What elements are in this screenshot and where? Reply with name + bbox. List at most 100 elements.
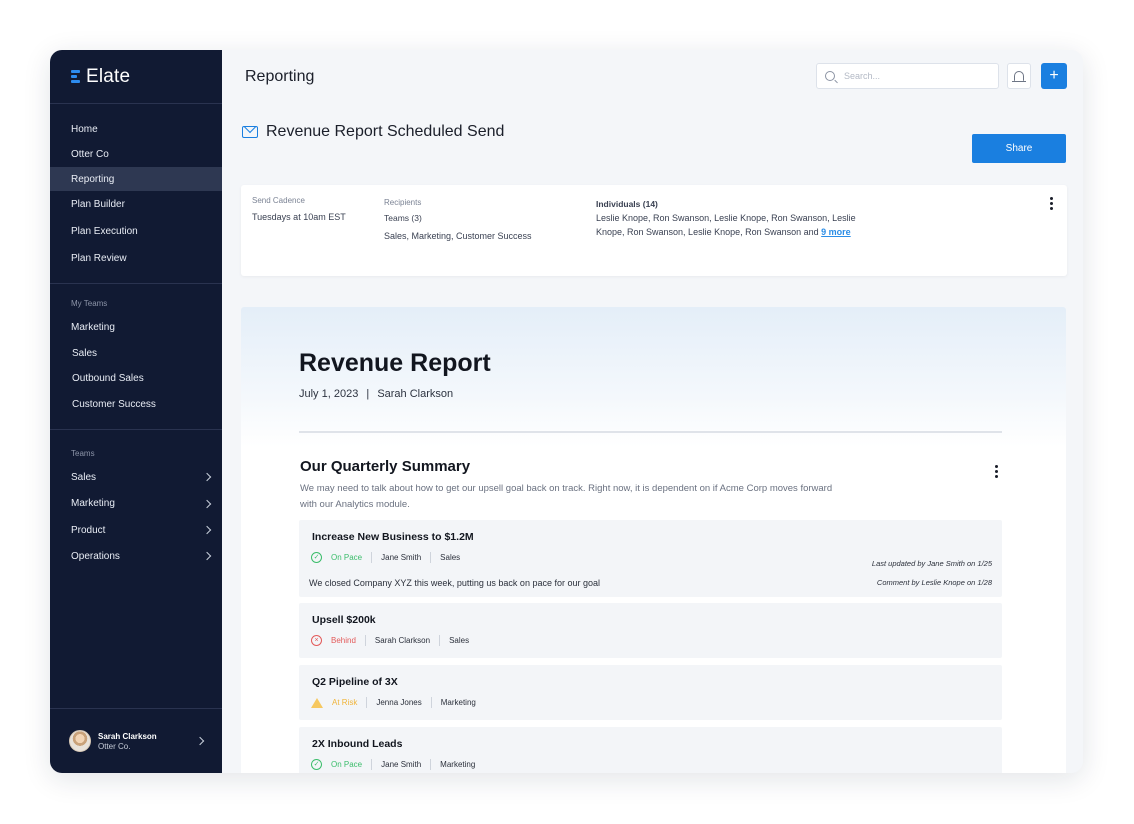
report-title: Revenue Report xyxy=(299,349,491,377)
sidebar-item-sales[interactable]: Sales xyxy=(50,341,222,365)
kebab-icon[interactable] xyxy=(995,465,998,480)
app-window: Elate Home Otter Co Reporting Plan Build… xyxy=(50,50,1083,773)
sidebar-item-teams-operations[interactable]: Operations xyxy=(50,543,222,569)
elate-logo-icon xyxy=(71,70,80,83)
goal-card[interactable]: 2X Inbound Leads ✓ On Pace Jane Smith Ma… xyxy=(299,727,1002,773)
check-circle-icon: ✓ xyxy=(311,552,322,563)
goal-meta: ✓ On Pace Jane Smith Sales xyxy=(311,552,460,563)
individuals-list-continued: Knope, Ron Swanson, Leslie Knope, Ron Sw… xyxy=(596,225,856,239)
main-area: Reporting Search... + Revenue Report Sch… xyxy=(222,50,1083,773)
goal-title: Upsell $200k xyxy=(312,614,376,626)
recipients-label: Recipients xyxy=(384,198,422,207)
goal-owner: Jenna Jones xyxy=(376,698,422,707)
sidebar-item-customer-success[interactable]: Customer Success xyxy=(50,392,222,417)
goal-last-updated: Last updated by Jane Smith on 1/25 xyxy=(871,559,992,568)
teams-heading: Teams xyxy=(71,448,95,458)
report-author: Sarah Clarkson xyxy=(377,388,454,400)
sidebar-item-plan-builder[interactable]: Plan Builder xyxy=(50,191,222,218)
individuals-list-tail: Knope, Ron Swanson, Leslie Knope, Ron Sw… xyxy=(596,227,819,237)
more-recipients-link[interactable]: 9 more xyxy=(821,227,851,237)
goal-meta: × Behind Sarah Clarkson Sales xyxy=(311,635,469,646)
check-circle-icon: ✓ xyxy=(311,759,322,770)
my-teams-heading: My Teams xyxy=(71,298,108,308)
divider xyxy=(439,635,441,646)
goal-team: Marketing xyxy=(440,698,476,707)
warning-icon xyxy=(311,697,323,708)
cadence-label: Send Cadence xyxy=(252,196,305,205)
goal-team: Sales xyxy=(449,636,470,645)
sidebar-item-label: Product xyxy=(71,524,106,536)
goal-card[interactable]: Upsell $200k × Behind Sarah Clarkson Sal… xyxy=(299,603,1002,658)
divider xyxy=(299,431,1002,433)
goal-team: Sales xyxy=(440,553,461,562)
chevron-right-icon xyxy=(195,736,205,746)
page-title: Reporting xyxy=(245,68,315,85)
mail-icon xyxy=(242,126,258,138)
goal-comment: We closed Company XYZ this week, putting… xyxy=(309,578,600,588)
individuals-block: Individuals (14) Leslie Knope, Ron Swans… xyxy=(596,198,856,239)
primary-nav: Home Otter Co Reporting Plan Builder Pla… xyxy=(50,104,222,284)
goal-card[interactable]: Increase New Business to $1.2M ✓ On Pace… xyxy=(299,520,1002,597)
sidebar-item-plan-review[interactable]: Plan Review xyxy=(50,245,222,272)
kebab-icon[interactable] xyxy=(1050,197,1053,212)
summary-description: We may need to talk about how to get our… xyxy=(300,483,833,510)
share-button[interactable]: Share xyxy=(972,134,1066,163)
sidebar-item-outbound-sales[interactable]: Outbound Sales xyxy=(50,365,222,392)
individuals-label: Individuals (14) xyxy=(596,199,658,209)
divider xyxy=(366,697,368,708)
teams-label: Teams (3) xyxy=(384,213,422,223)
sidebar-item-home[interactable]: Home xyxy=(50,117,222,142)
sidebar-item-teams-sales[interactable]: Sales xyxy=(50,464,222,490)
search-input[interactable]: Search... xyxy=(816,63,999,89)
divider xyxy=(430,759,432,770)
goal-title: Q2 Pipeline of 3X xyxy=(312,676,398,688)
sidebar-item-reporting[interactable]: Reporting xyxy=(50,167,222,191)
sidebar-item-marketing[interactable]: Marketing xyxy=(50,314,222,341)
sidebar-item-teams-marketing[interactable]: Marketing xyxy=(50,490,222,517)
sidebar-item-label: Marketing xyxy=(71,498,115,509)
app-name: Elate xyxy=(86,65,131,87)
goal-meta: ✓ On Pace Jane Smith Marketing xyxy=(311,759,475,770)
summary-title: Our Quarterly Summary xyxy=(300,458,471,475)
cadence-block: Send Cadence Tuesdays at 10am EST xyxy=(252,196,346,222)
divider xyxy=(371,759,373,770)
divider xyxy=(371,552,373,563)
user-name: Sarah Clarkson xyxy=(98,731,157,741)
divider xyxy=(430,552,432,563)
report-meta-separator: | xyxy=(366,388,370,400)
chevron-right-icon xyxy=(202,525,212,535)
notifications-button[interactable] xyxy=(1007,63,1031,89)
status-badge: Behind xyxy=(331,636,356,645)
user-menu[interactable]: Sarah Clarkson Otter Co. xyxy=(50,708,222,773)
goal-owner: Sarah Clarkson xyxy=(374,636,431,645)
schedule-title-text: Revenue Report Scheduled Send xyxy=(266,123,505,140)
add-button[interactable]: + xyxy=(1041,63,1067,89)
report-preview: Revenue Report July 1, 2023 | Sarah Clar… xyxy=(241,307,1066,773)
report-meta: July 1, 2023 | Sarah Clarkson xyxy=(299,388,453,400)
chevron-right-icon xyxy=(202,551,212,561)
sidebar-item-label: Operations xyxy=(71,550,120,562)
content-area: Revenue Report Scheduled Send Share Send… xyxy=(222,104,1083,773)
sidebar-item-plan-execution[interactable]: Plan Execution xyxy=(50,218,222,245)
goal-card[interactable]: Q2 Pipeline of 3X At Risk Jenna Jones Ma… xyxy=(299,665,1002,720)
report-date: July 1, 2023 xyxy=(299,388,359,400)
goal-comment-author: Comment by Leslie Knope on 1/28 xyxy=(876,578,992,587)
sidebar-item-otter-co[interactable]: Otter Co xyxy=(50,142,222,167)
schedule-details-card: Send Cadence Tuesdays at 10am EST Recipi… xyxy=(241,185,1067,276)
recipients-block: Recipients Teams (3) Sales, Marketing, C… xyxy=(384,198,532,241)
chevron-right-icon xyxy=(202,499,212,508)
teams-nav: Teams Sales Marketing Product Operations xyxy=(50,430,222,569)
avatar xyxy=(69,730,91,752)
status-badge: On Pace xyxy=(331,760,363,769)
search-icon xyxy=(825,71,835,81)
app-logo[interactable]: Elate xyxy=(50,50,222,104)
plus-icon: + xyxy=(1049,67,1059,84)
sidebar: Elate Home Otter Co Reporting Plan Build… xyxy=(50,50,222,773)
sidebar-item-teams-product[interactable]: Product xyxy=(50,517,222,543)
my-teams-nav: My Teams Marketing Sales Outbound Sales … xyxy=(50,284,222,430)
search-placeholder: Search... xyxy=(844,71,881,81)
divider xyxy=(430,697,432,708)
status-badge: At Risk xyxy=(332,698,358,707)
goal-team: Marketing xyxy=(440,760,476,769)
status-badge: On Pace xyxy=(331,553,363,562)
